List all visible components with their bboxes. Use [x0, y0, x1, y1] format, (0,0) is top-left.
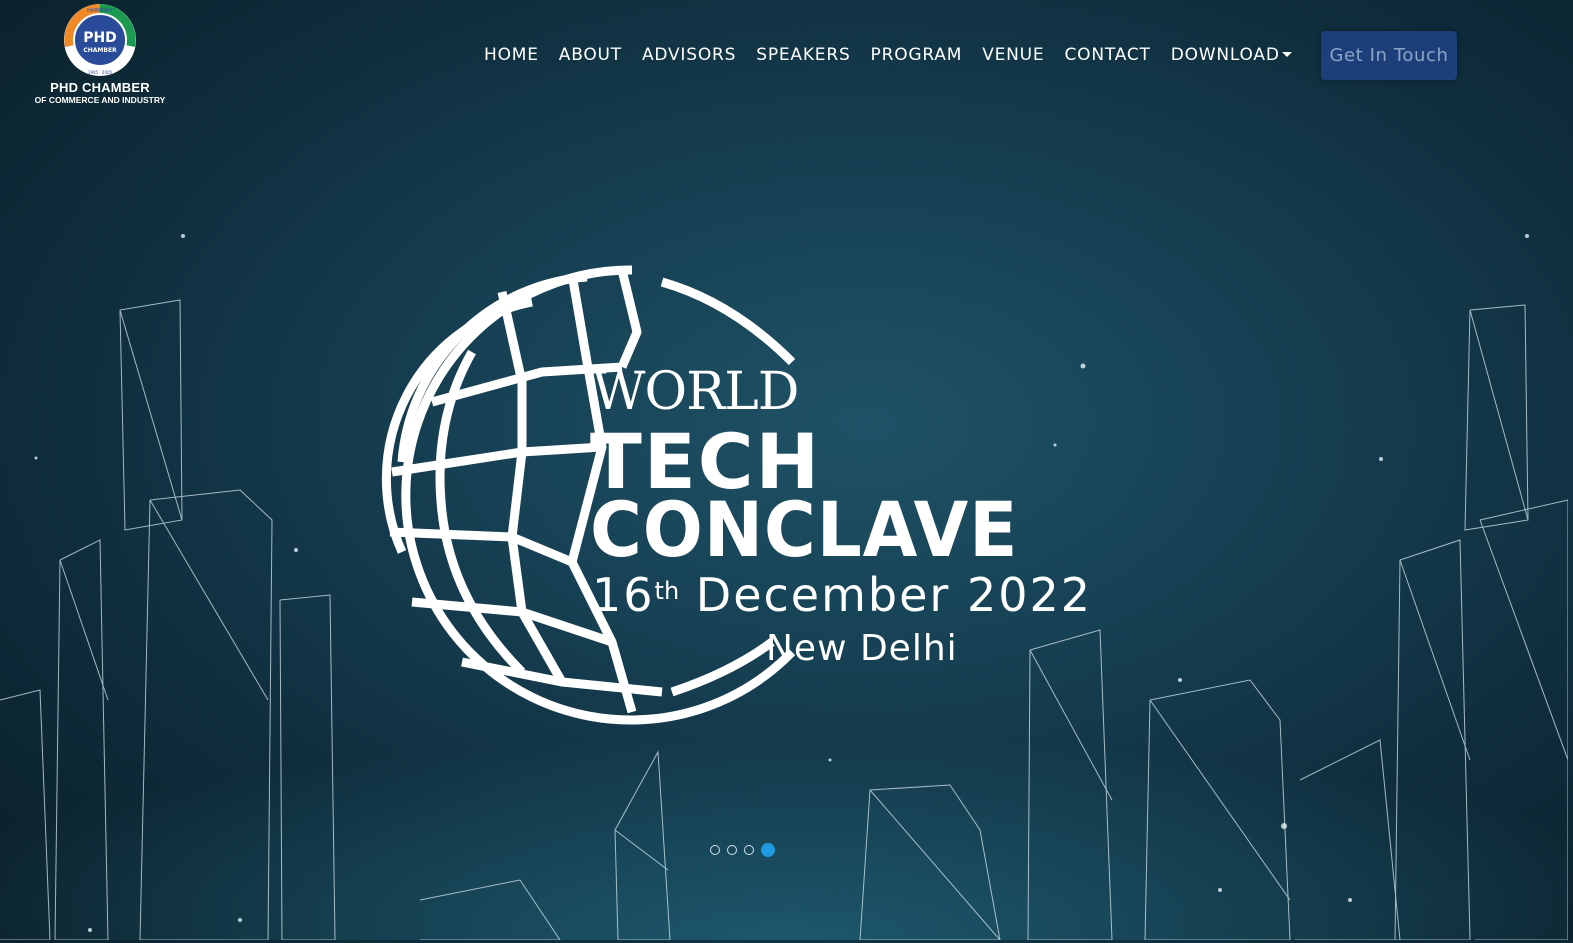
nav-download-label: DOWNLOAD — [1170, 45, 1280, 65]
chevron-down-icon — [1281, 51, 1292, 57]
get-in-touch-button[interactable]: Get In Touch — [1321, 31, 1457, 80]
carousel-indicators — [710, 843, 775, 857]
nav-program[interactable]: PROGRAM — [861, 42, 973, 68]
site-header: PHD CHAMBER HARMONY 1905 · 2005 PHD CHAM… — [0, 0, 1568, 110]
logo-name: PHD CHAMBER — [50, 80, 150, 95]
nav-download-dropdown[interactable]: DOWNLOAD — [1161, 42, 1302, 68]
hero-date: 16th December 2022 — [592, 568, 1092, 622]
hero-city: New Delhi — [766, 628, 958, 669]
nav-speakers[interactable]: SPEAKERS — [746, 42, 860, 68]
nav-contact[interactable]: CONTACT — [1054, 42, 1160, 68]
main-nav: HOME ABOUT ADVISORS SPEAKERS PROGRAM VEN… — [474, 42, 1302, 68]
nav-venue[interactable]: VENUE — [972, 42, 1054, 68]
svg-text:CHAMBER: CHAMBER — [83, 47, 117, 54]
svg-text:HARMONY: HARMONY — [87, 8, 114, 14]
carousel-dot-1[interactable] — [710, 845, 720, 855]
hero-title-conclave: CONCLAVE — [590, 485, 1019, 574]
hero-title-world: WORLD — [592, 362, 799, 422]
phd-chamber-logo[interactable]: PHD CHAMBER HARMONY 1905 · 2005 PHD CHAM… — [30, 2, 170, 110]
nav-home[interactable]: HOME — [474, 42, 549, 68]
hero-date-month-year: December 2022 — [695, 568, 1093, 622]
carousel-dot-4[interactable] — [761, 843, 775, 857]
svg-text:PHD: PHD — [83, 30, 117, 46]
carousel-dot-3[interactable] — [744, 845, 754, 855]
logo-subtitle: OF COMMERCE AND INDUSTRY — [34, 95, 166, 105]
nav-about[interactable]: ABOUT — [549, 42, 632, 68]
svg-text:1905 · 2005: 1905 · 2005 — [88, 70, 113, 75]
carousel-dot-2[interactable] — [727, 845, 737, 855]
nav-advisors[interactable]: ADVISORS — [632, 42, 746, 68]
hero-date-day: 16 — [592, 568, 655, 622]
hero-date-suffix: th — [654, 577, 680, 605]
phd-chamber-seal-logo: PHD CHAMBER HARMONY 1905 · 2005 — [64, 4, 136, 76]
